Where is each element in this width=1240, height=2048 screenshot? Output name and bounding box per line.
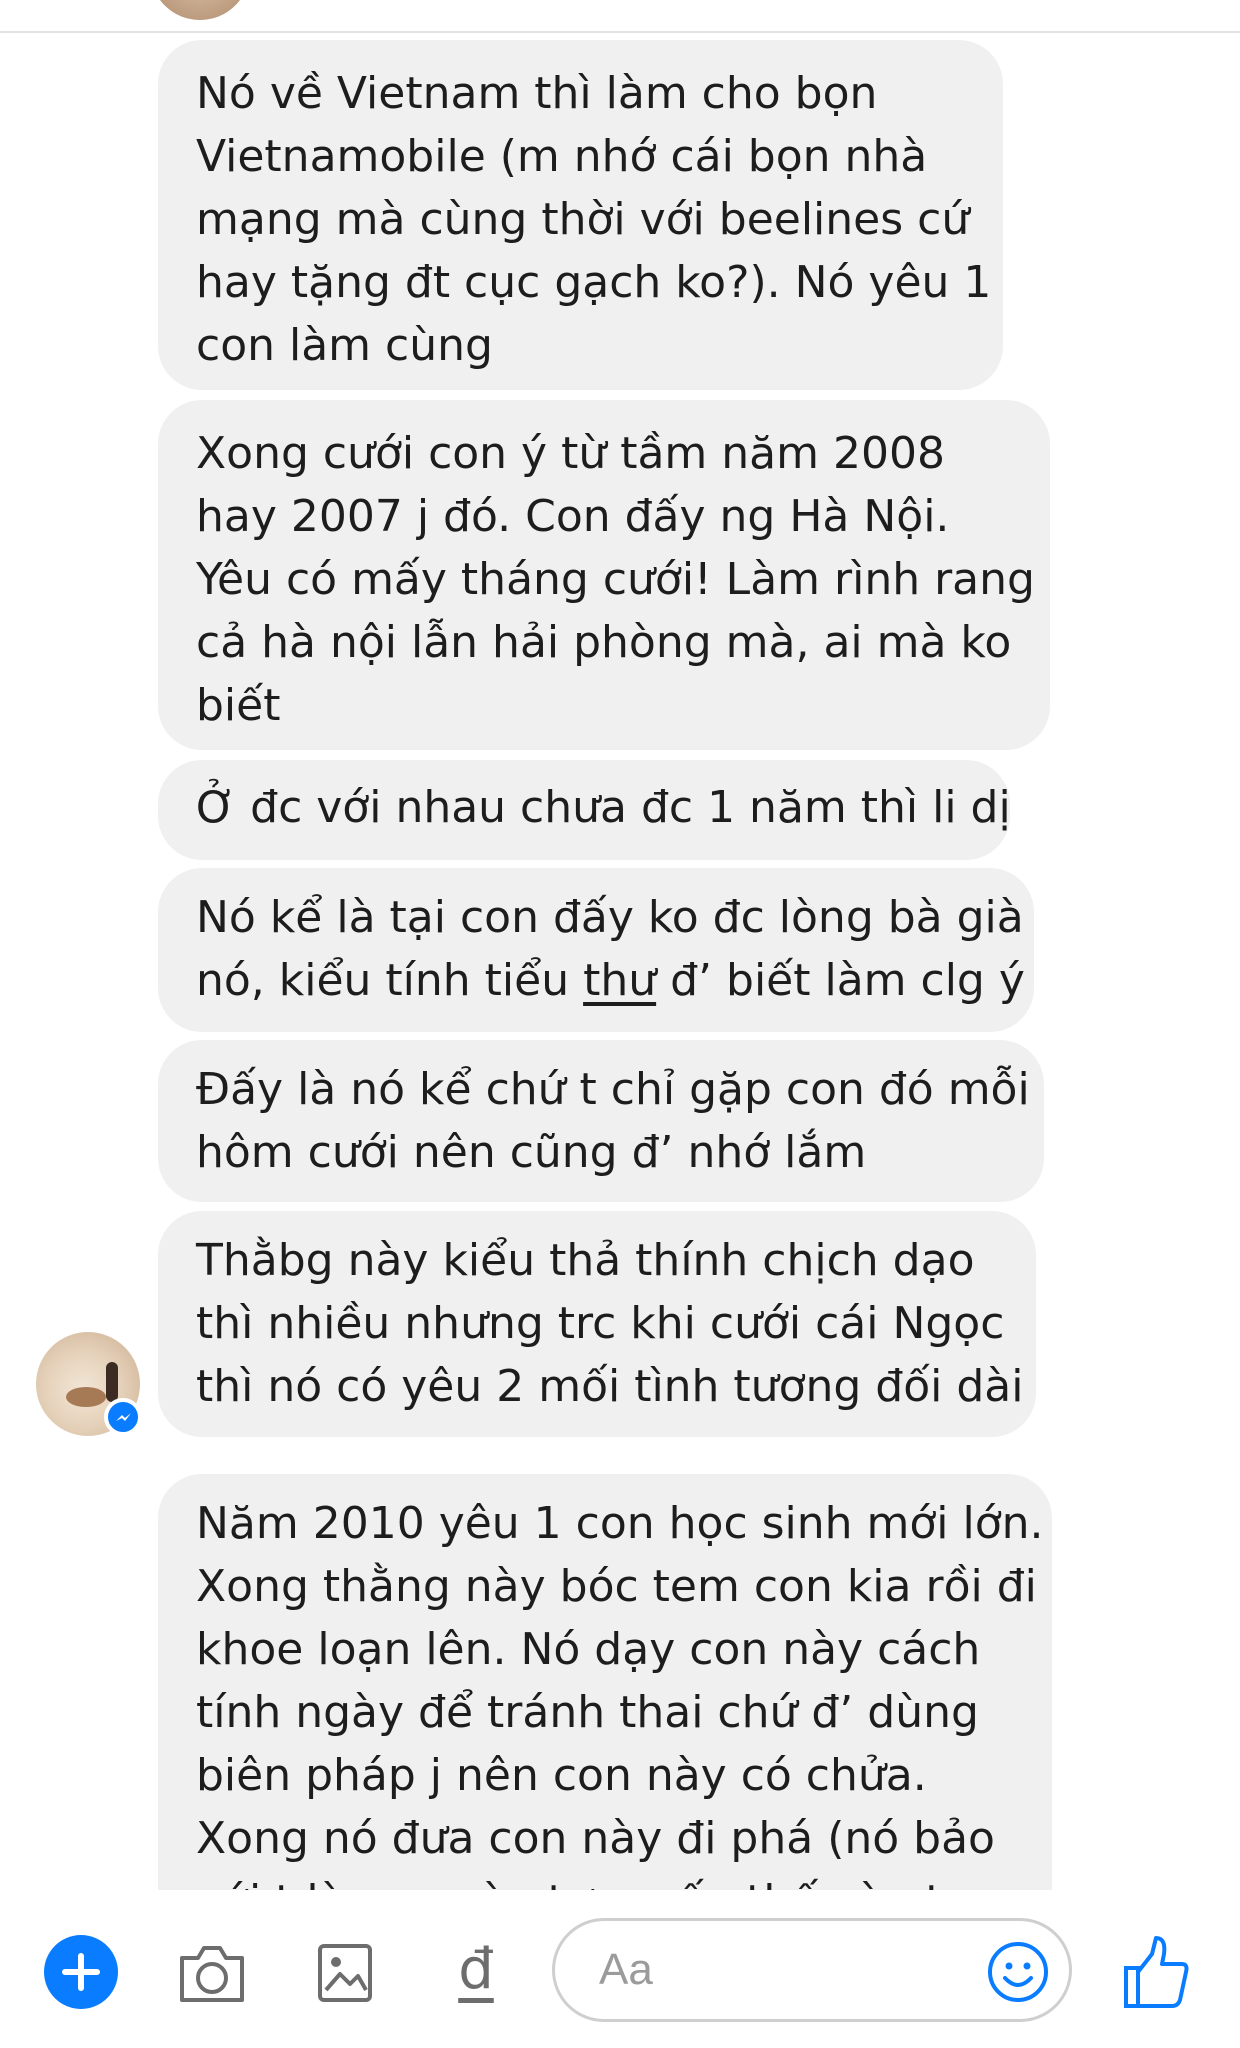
message-text: Thằbg này kiểu thả thính chịch dạo thì n…	[196, 1235, 1024, 1412]
message-bubble[interactable]: Đấy là nó kể chứ t chỉ gặp con đó mỗi hô…	[158, 1040, 1044, 1202]
message-bubble[interactable]: Nó kể là tại con đấy ko đc lòng bà già n…	[158, 868, 1034, 1032]
avatar-photo-detail	[106, 1362, 118, 1402]
messenger-icon	[104, 1398, 142, 1436]
message-thread[interactable]: Nó về Vietnam thì làm cho bọn Vietnamobi…	[0, 0, 1240, 1890]
message-text: Xong cưới con ý từ tầm năm 2008 hay 2007…	[196, 428, 1035, 731]
message-bubble[interactable]: Năm 2010 yêu 1 con học sinh mới lớn. Xon…	[158, 1474, 1052, 1890]
message-line-part: đ’ biết làm clg ý	[656, 955, 1025, 1006]
message-text: Năm 2010 yêu 1 con học sinh mới lớn. Xon…	[196, 1498, 1044, 1890]
plus-icon[interactable]	[44, 1935, 118, 2009]
message-text: Nó kể là tại con đấy ko đc lòng bà già n…	[196, 886, 1025, 1012]
message-bubble[interactable]: Thằbg này kiểu thả thính chịch dạo thì n…	[158, 1211, 1036, 1437]
emoji-icon[interactable]	[986, 1940, 1050, 2004]
camera-icon[interactable]	[176, 1940, 248, 2006]
dong-icon[interactable]: đ	[456, 1930, 496, 2010]
message-text: Ở đc với nhau chưa đc 1 năm thì li dị	[196, 782, 1011, 833]
thumbs-up-icon[interactable]	[1122, 1932, 1192, 2012]
message-bubble[interactable]: Xong cưới con ý từ tầm năm 2008 hay 2007…	[158, 400, 1050, 750]
underlined-word: thư	[583, 955, 657, 1006]
message-line-part: nó, kiểu tính tiểu	[196, 955, 584, 1006]
message-bubble[interactable]: Ở đc với nhau chưa đc 1 năm thì li dị	[158, 760, 1011, 860]
image-icon[interactable]	[316, 1940, 374, 2006]
message-text: Đấy là nó kể chứ t chỉ gặp con đó mỗi hô…	[196, 1064, 1030, 1178]
message-bubble[interactable]: Nó về Vietnam thì làm cho bọn Vietnamobi…	[158, 40, 1003, 390]
avatar-photo-detail	[66, 1387, 106, 1407]
message-line: Nó kể là tại con đấy ko đc lòng bà già	[196, 892, 1024, 943]
message-text: Nó về Vietnam thì làm cho bọn Vietnamobi…	[196, 68, 992, 371]
